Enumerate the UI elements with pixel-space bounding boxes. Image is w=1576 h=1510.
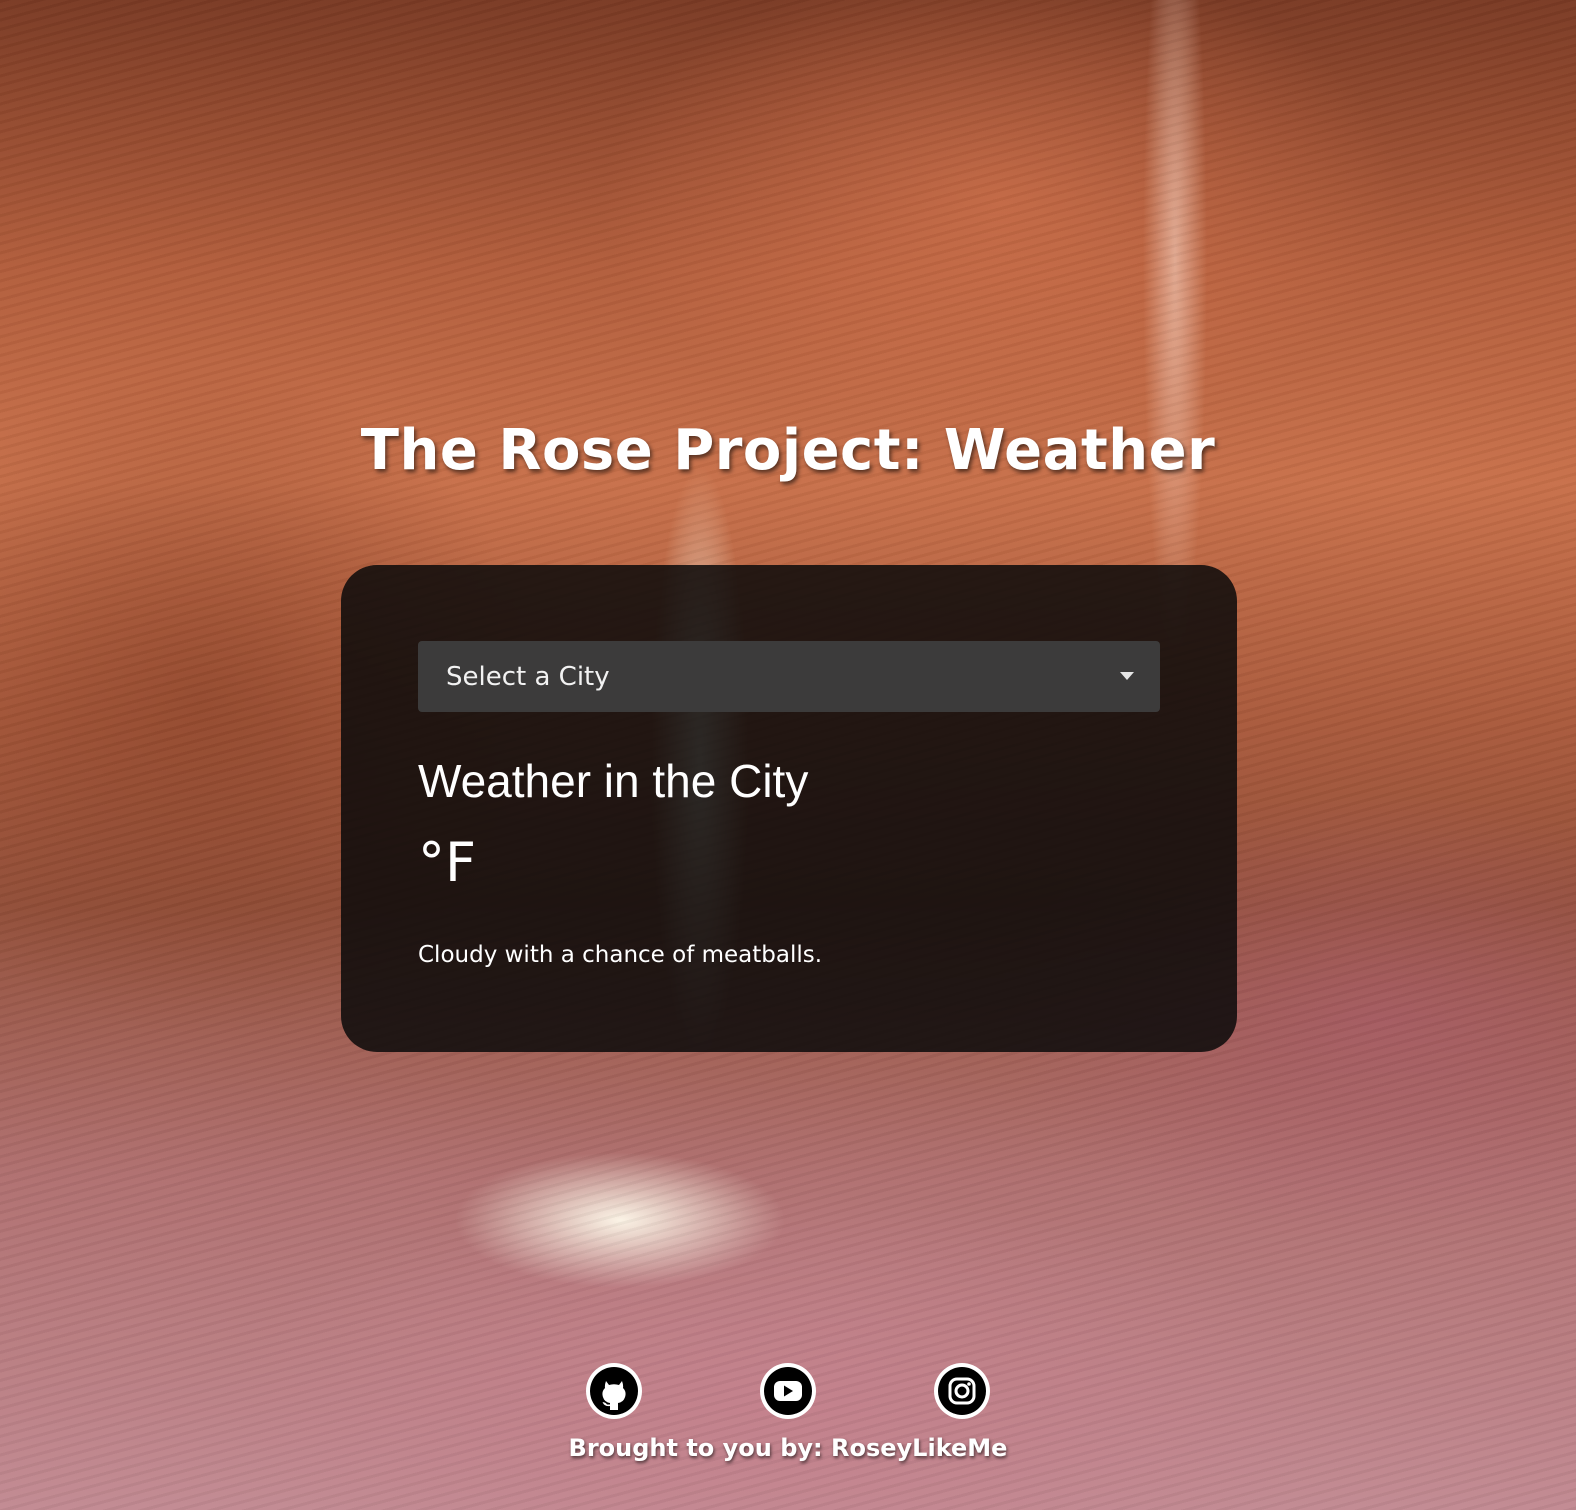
temperature: °F bbox=[418, 831, 477, 894]
footer-credit: Brought to you by: RoseyLikeMe bbox=[568, 1434, 1008, 1462]
github-icon bbox=[586, 1363, 642, 1419]
weather-description: Cloudy with a chance of meatballs. bbox=[418, 942, 823, 968]
youtube-link[interactable] bbox=[759, 1362, 817, 1420]
weather-card: Select a City Weather in the City °F Clo… bbox=[341, 565, 1237, 1052]
chevron-down-icon bbox=[1120, 672, 1134, 680]
github-link[interactable] bbox=[585, 1362, 643, 1420]
city-select-value: Select a City bbox=[446, 661, 610, 692]
city-select[interactable]: Select a City bbox=[418, 641, 1160, 712]
city-heading: Weather in the City bbox=[418, 755, 809, 807]
social-links bbox=[0, 1362, 1576, 1420]
youtube-icon bbox=[760, 1363, 816, 1419]
instagram-icon bbox=[934, 1363, 990, 1419]
page-title: The Rose Project: Weather bbox=[360, 418, 1216, 483]
instagram-link[interactable] bbox=[933, 1362, 991, 1420]
